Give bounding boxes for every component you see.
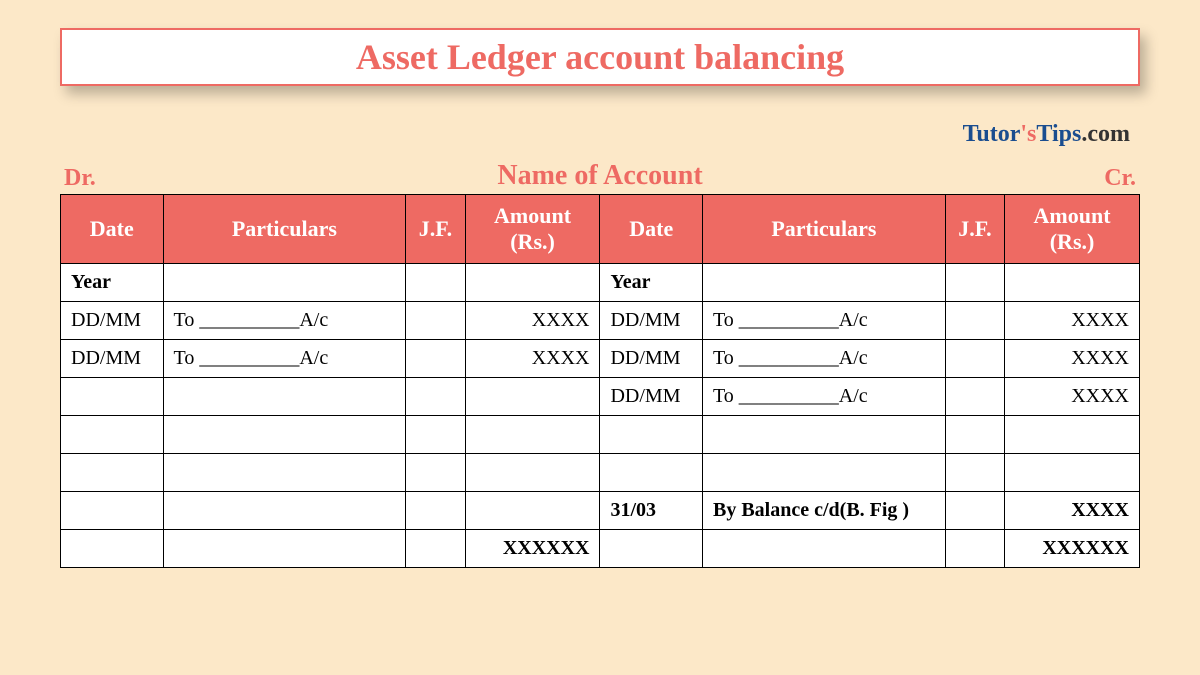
cell <box>163 264 406 302</box>
cell <box>406 302 465 340</box>
cell <box>163 416 406 454</box>
cell <box>163 378 406 416</box>
table-row: DD/MM To __________A/c XXXX DD/MM To ___… <box>61 302 1140 340</box>
cell <box>406 378 465 416</box>
col-date-cr: Date <box>600 195 703 264</box>
cell <box>406 492 465 530</box>
col-date-dr: Date <box>61 195 164 264</box>
cell <box>1005 264 1140 302</box>
cell <box>945 378 1004 416</box>
col-amount-dr: Amount (Rs.) <box>465 195 600 264</box>
cell <box>945 340 1004 378</box>
cell <box>465 264 600 302</box>
col-amount-cr: Amount (Rs.) <box>1005 195 1140 264</box>
cell <box>945 530 1004 568</box>
debit-label: Dr. <box>64 165 96 192</box>
table-row: 31/03 By Balance c/d(B. Fig ) XXXX <box>61 492 1140 530</box>
year-cell-dr: Year <box>61 264 164 302</box>
table-row: Year Year <box>61 264 1140 302</box>
account-header: Dr. Name of Account Cr. <box>60 160 1140 192</box>
cell: DD/MM <box>61 302 164 340</box>
credit-label: Cr. <box>1104 165 1136 192</box>
cell <box>702 264 945 302</box>
cell: XXXX <box>1005 378 1140 416</box>
cell: DD/MM <box>600 340 703 378</box>
cell: XXXX <box>1005 340 1140 378</box>
cell <box>163 530 406 568</box>
cell: XXXX <box>1005 302 1140 340</box>
cell: DD/MM <box>600 302 703 340</box>
cell: DD/MM <box>600 378 703 416</box>
cell <box>465 492 600 530</box>
col-particulars-dr: Particulars <box>163 195 406 264</box>
cell <box>945 264 1004 302</box>
cell <box>945 492 1004 530</box>
cell <box>600 416 703 454</box>
cell <box>1005 454 1140 492</box>
debit-total: XXXXXX <box>465 530 600 568</box>
cell: XXXX <box>465 340 600 378</box>
account-name-label: Name of Account <box>497 160 702 192</box>
cell <box>163 492 406 530</box>
cell: To __________A/c <box>163 340 406 378</box>
col-jf-cr: J.F. <box>945 195 1004 264</box>
cell <box>61 530 164 568</box>
cell: DD/MM <box>61 340 164 378</box>
cell <box>465 416 600 454</box>
balance-particulars: By Balance c/d(B. Fig ) <box>702 492 945 530</box>
brand-tips: Tips <box>1036 121 1081 147</box>
cell <box>406 416 465 454</box>
cell <box>406 340 465 378</box>
brand-tutor: Tutor <box>963 121 1021 147</box>
table-row <box>61 454 1140 492</box>
cell <box>61 454 164 492</box>
title-banner: Asset Ledger account balancing <box>60 28 1140 86</box>
brand-logo: Tutor'sTips.com <box>60 121 1140 148</box>
brand-dotcom: .com <box>1081 121 1130 147</box>
brand-apostrophe: 's <box>1020 121 1036 147</box>
year-cell-cr: Year <box>600 264 703 302</box>
cell <box>600 530 703 568</box>
total-row: XXXXXX XXXXXX <box>61 530 1140 568</box>
cell: To __________A/c <box>702 340 945 378</box>
col-particulars-cr: Particulars <box>702 195 945 264</box>
page-title: Asset Ledger account balancing <box>62 36 1138 78</box>
table-row <box>61 416 1140 454</box>
cell <box>61 378 164 416</box>
cell <box>61 416 164 454</box>
cell <box>406 530 465 568</box>
cell <box>702 530 945 568</box>
cell <box>465 378 600 416</box>
cell <box>406 264 465 302</box>
cell <box>465 454 600 492</box>
cell <box>406 454 465 492</box>
balance-date: 31/03 <box>600 492 703 530</box>
balance-amount: XXXX <box>1005 492 1140 530</box>
cell <box>945 302 1004 340</box>
col-jf-dr: J.F. <box>406 195 465 264</box>
cell: To __________A/c <box>702 302 945 340</box>
ledger-table: Date Particulars J.F. Amount (Rs.) Date … <box>60 194 1140 568</box>
cell <box>61 492 164 530</box>
cell <box>163 454 406 492</box>
cell <box>702 454 945 492</box>
cell <box>702 416 945 454</box>
table-row: DD/MM To __________A/c XXXX DD/MM To ___… <box>61 340 1140 378</box>
table-row: DD/MM To __________A/c XXXX <box>61 378 1140 416</box>
cell: To __________A/c <box>163 302 406 340</box>
cell <box>600 454 703 492</box>
cell <box>1005 416 1140 454</box>
credit-total: XXXXXX <box>1005 530 1140 568</box>
cell <box>945 454 1004 492</box>
table-header-row: Date Particulars J.F. Amount (Rs.) Date … <box>61 195 1140 264</box>
cell <box>945 416 1004 454</box>
cell: XXXX <box>465 302 600 340</box>
cell: To __________A/c <box>702 378 945 416</box>
